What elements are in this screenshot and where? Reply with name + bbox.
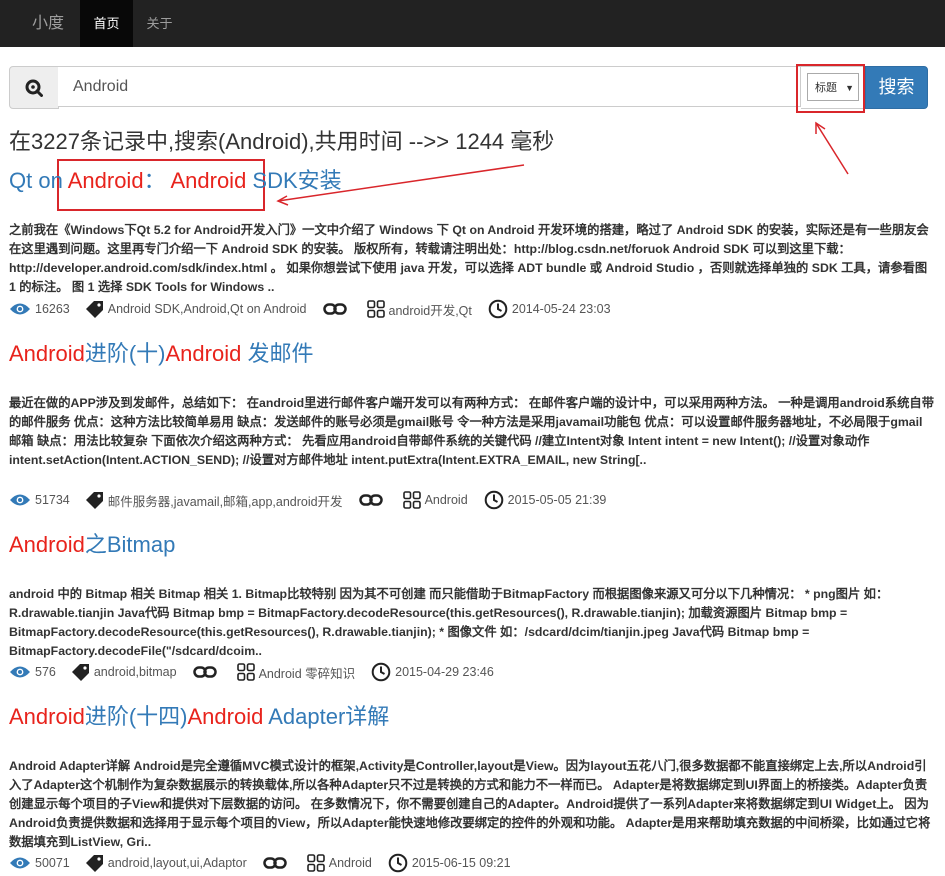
tag-icon [85, 492, 103, 509]
link [358, 493, 387, 507]
result-title-link[interactable]: Qt on Android： Android SDK安装 [9, 166, 934, 196]
title-text: 进阶(十四) [84, 704, 188, 729]
clock-icon [488, 299, 508, 319]
title-text: 之Bitmap [84, 532, 176, 557]
result-description: 最近在做的APP涉及到发邮件，总结如下： 在android里进行邮件客户端开发可… [9, 396, 935, 467]
result-title-link[interactable]: Android之Bitmap [9, 530, 934, 560]
views: 576 [9, 665, 56, 679]
category-list[interactable]: Android 零碎知识 [259, 663, 356, 682]
post-date: 2015-04-29 23:46 [395, 665, 494, 679]
date: 2015-06-15 09:21 [388, 853, 511, 873]
link-icon[interactable] [263, 856, 287, 870]
result-description: android 中的 Bitmap 相关 Bitmap 相关 1. Bitmap… [9, 587, 889, 658]
title-highlight: Android [9, 532, 85, 557]
category-list[interactable]: android开发,Qt [389, 300, 472, 319]
view-count: 16263 [35, 302, 70, 316]
result-item: Android进阶(十)Android 发邮件 最近在做的APP涉及到发邮件，总… [9, 339, 934, 510]
category-list[interactable]: Android [329, 856, 372, 870]
category-grid-icon [366, 300, 385, 318]
result-title-link[interactable]: Android进阶(十四)Android Adapter详解 [9, 702, 934, 732]
title-text: 进阶(十) [84, 341, 166, 366]
category-grid-icon [236, 663, 255, 681]
category-list[interactable]: Android [425, 493, 468, 507]
tags: android,bitmap [71, 663, 177, 681]
category: Android [402, 491, 468, 509]
title-text: Qt on [9, 168, 68, 193]
result-meta: 51734 邮件服务器,javamail,邮箱,app,android开发 An… [9, 488, 622, 512]
title-highlight: Android [165, 341, 242, 366]
clock-icon [484, 490, 503, 510]
link-icon[interactable] [358, 493, 383, 507]
tag-list[interactable]: Android SDK,Android,Qt on Android [108, 302, 307, 316]
title-text: SDK安装 [246, 168, 342, 193]
tag-icon [71, 664, 89, 681]
eye-icon [10, 857, 30, 869]
title-text: 发邮件 [241, 341, 314, 366]
eye-icon [10, 303, 30, 315]
title-text: Adapter详解 [263, 704, 390, 729]
link [192, 665, 221, 679]
tag-icon [85, 301, 103, 318]
category-grid-icon [402, 491, 421, 509]
tags: Android SDK,Android,Qt on Android [85, 300, 307, 318]
view-count: 576 [35, 665, 56, 679]
clock-icon [371, 662, 391, 682]
title-text: ： [143, 168, 171, 193]
category: Android 零碎知识 [236, 663, 356, 682]
result-meta: 50071 android,layout,ui,Adaptor Android … [9, 851, 527, 875]
tags: android,layout,ui,Adaptor [85, 854, 247, 872]
link [263, 856, 291, 870]
date: 2015-05-05 21:39 [484, 490, 607, 510]
tags: 邮件服务器,javamail,邮箱,app,android开发 [85, 491, 343, 510]
tag-list[interactable]: android,layout,ui,Adaptor [108, 856, 247, 870]
title-highlight: Android [170, 168, 247, 193]
category: Android [306, 854, 372, 872]
link [322, 302, 351, 316]
post-date: 2015-05-05 21:39 [507, 493, 607, 507]
link-icon[interactable] [192, 665, 217, 679]
title-highlight: Android [9, 341, 85, 366]
views: 50071 [9, 856, 70, 870]
tag-list[interactable]: 邮件服务器,javamail,邮箱,app,android开发 [108, 491, 343, 510]
post-date: 2014-05-24 23:03 [511, 302, 611, 316]
views: 51734 [9, 493, 70, 507]
tag-list[interactable]: android,bitmap [94, 665, 177, 679]
title-highlight: Android [9, 704, 85, 729]
post-date: 2015-06-15 09:21 [411, 856, 511, 870]
eye-icon [10, 494, 30, 506]
view-count: 50071 [35, 856, 70, 870]
eye-icon [10, 666, 30, 678]
link-icon[interactable] [322, 302, 347, 316]
category-grid-icon [306, 854, 325, 872]
result-item: Android之Bitmap android 中的 Bitmap 相关 Bitm… [9, 530, 934, 682]
result-description: Android Adapter详解 Android是完全遵循MVC模式设计的框架… [9, 759, 931, 849]
result-item: Android进阶(十四)Android Adapter详解 Android A… [9, 702, 934, 873]
date: 2014-05-24 23:03 [488, 299, 611, 319]
tag-icon [85, 855, 103, 872]
result-description: 之前我在《Windows下Qt 5.2 for Android开发入门》一文中介… [9, 223, 929, 294]
clock-icon [388, 853, 408, 873]
result-meta: 16263 Android SDK,Android,Qt on Android … [9, 297, 627, 321]
view-count: 51734 [35, 493, 70, 507]
title-highlight: Android [187, 704, 264, 729]
date: 2015-04-29 23:46 [371, 662, 494, 682]
title-highlight: Android [67, 168, 144, 193]
result-meta: 576 android,bitmap Android 零碎知识 2015-04-… [9, 660, 510, 684]
result-item: Qt on Android： Android SDK安装 之前我在《Window… [9, 166, 934, 319]
category: android开发,Qt [366, 300, 472, 319]
views: 16263 [9, 302, 70, 316]
search-summary: 在3227条记录中,搜索(Android),共用时间 -->> 1244 毫秒 [9, 129, 555, 154]
result-title-link[interactable]: Android进阶(十)Android 发邮件 [9, 339, 934, 369]
